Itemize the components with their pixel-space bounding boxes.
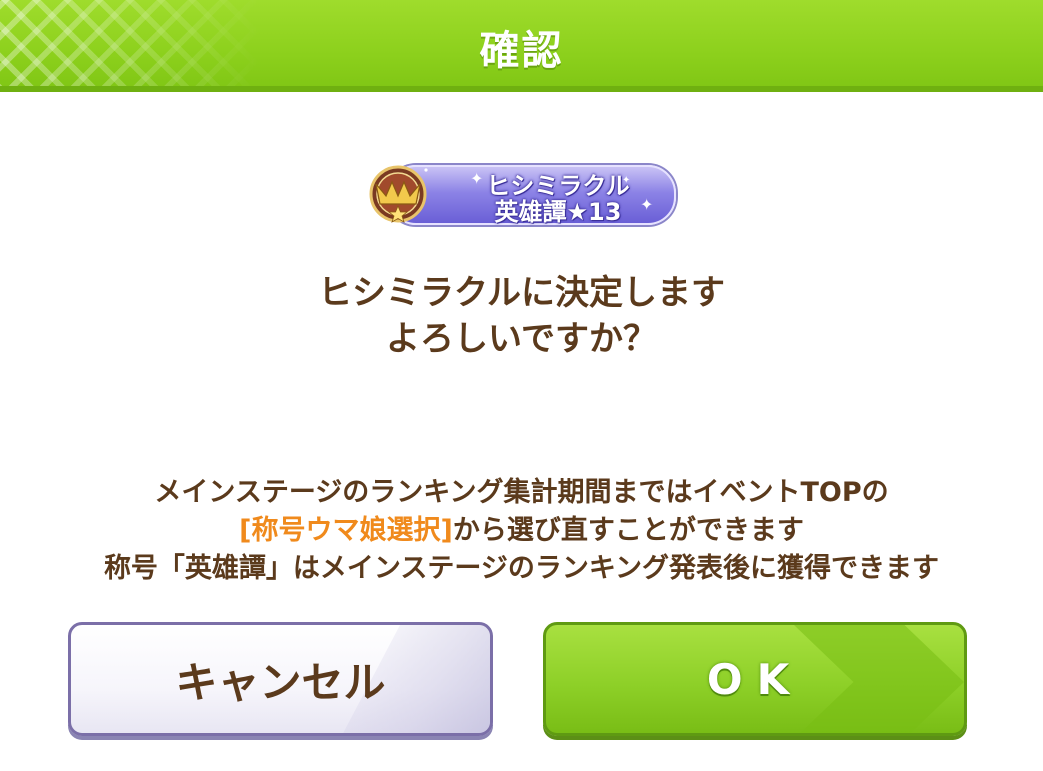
badge-rank: 英雄譚★13 — [494, 198, 622, 226]
info-line-3: 称号「英雄譚」はメインステージのランキング発表後に獲得できます — [103, 553, 940, 584]
cancel-button[interactable]: キャンセル — [68, 622, 493, 736]
info-line-2-rest: から選び直すことができます — [452, 515, 804, 546]
confirm-message: ヒシミラクルに決定します よろしいですか？ — [0, 270, 1043, 362]
info-line-1: メインステージのランキング集計期間まではイベントTOPの — [154, 477, 889, 508]
confirm-message-line2: よろしいですか？ — [386, 319, 657, 359]
ok-button-label: OK — [706, 654, 804, 704]
cancel-button-label: キャンセル — [175, 657, 386, 707]
confirm-dialog: 確認 ✦ ✦ ✦ ヒシミラクル 英雄譚★13 ヒシミラクルに決定します よろしい… — [0, 0, 1043, 771]
info-text: メインステージのランキング集計期間まではイベントTOPの [称号ウマ娘選択]から… — [0, 474, 1043, 588]
confirm-message-line1: ヒシミラクルに決定します — [318, 273, 725, 313]
title-medal-icon — [368, 165, 428, 223]
ok-button[interactable]: OK — [543, 622, 967, 736]
header-shade — [0, 86, 1043, 92]
info-line-2: [称号ウマ娘選択]から選び直すことができます — [0, 512, 1043, 550]
title-badge: ✦ ✦ ✦ ヒシミラクル 英雄譚★13 — [362, 162, 676, 226]
dialog-header: 確認 — [0, 0, 1043, 92]
title-select-link-text: [称号ウマ娘選択] — [239, 515, 453, 546]
dialog-title: 確認 — [479, 28, 564, 74]
